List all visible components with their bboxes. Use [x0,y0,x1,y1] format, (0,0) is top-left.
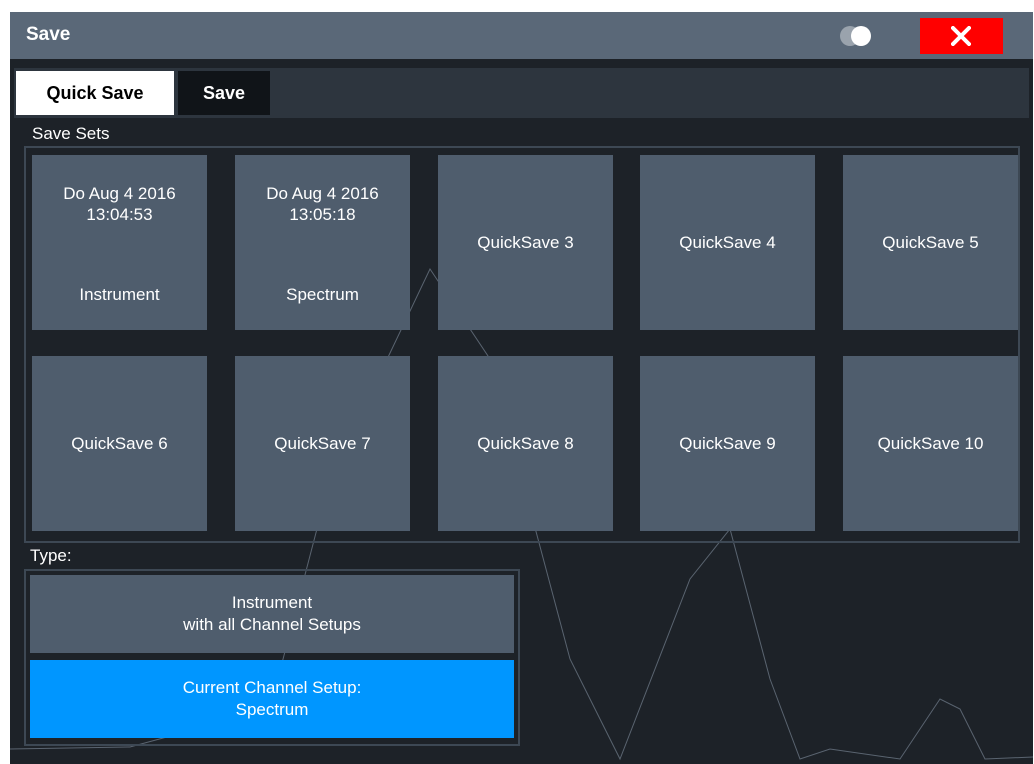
tile-time: 13:05:18 [289,205,356,224]
tile-name: QuickSave 4 [679,233,776,252]
type-option-subtitle: with all Channel Setups [183,615,361,634]
type-panel: Instrument with all Channel Setups Curre… [24,569,520,746]
save-set-tile-10[interactable]: QuickSave 10 [843,356,1018,531]
type-instrument-button[interactable]: Instrument with all Channel Setups [30,575,514,653]
tile-name: QuickSave 8 [477,434,574,453]
save-set-tile-5[interactable]: QuickSave 5 [843,155,1018,330]
save-set-tile-8[interactable]: QuickSave 8 [438,356,613,531]
save-set-tile-6[interactable]: QuickSave 6 [32,356,207,531]
tile-type: Instrument [79,285,160,304]
tile-name: QuickSave 9 [679,434,776,453]
tab-quick-save[interactable]: Quick Save [16,71,174,115]
tile-name: QuickSave 10 [877,434,984,453]
save-set-tile-7[interactable]: QuickSave 7 [235,356,410,531]
tile-time: 13:04:53 [86,205,153,224]
tile-name: QuickSave 5 [882,233,979,252]
tile-name: QuickSave 3 [477,233,574,252]
save-set-tile-9[interactable]: QuickSave 9 [640,356,815,531]
save-set-tile-3[interactable]: QuickSave 3 [438,155,613,330]
tile-name: QuickSave 6 [71,434,168,453]
toggle-icon[interactable] [836,25,886,47]
save-sets-panel: Do Aug 4 2016 13:04:53 Instrument Do Aug … [24,146,1020,543]
title-bar: Save [10,12,1033,59]
tile-date: Do Aug 4 2016 [63,184,176,203]
type-current-channel-button[interactable]: Current Channel Setup: Spectrum [30,660,514,738]
tab-save[interactable]: Save [178,71,270,115]
save-set-tile-4[interactable]: QuickSave 4 [640,155,815,330]
tab-bar: Quick Save Save [14,68,1029,118]
tile-date: Do Aug 4 2016 [266,184,379,203]
close-icon [951,26,971,46]
save-set-tile-2[interactable]: Do Aug 4 2016 13:05:18 Spectrum [235,155,410,330]
tile-type: Spectrum [286,285,359,304]
save-sets-label: Save Sets [32,124,110,143]
type-option-subtitle: Spectrum [235,700,309,719]
type-option-title: Instrument [231,593,313,612]
tile-name: QuickSave 7 [274,434,371,453]
save-dialog: Save Quick Save Save Save Sets Do Aug 4 … [10,12,1033,764]
dialog-title: Save [26,24,71,45]
save-set-tile-1[interactable]: Do Aug 4 2016 13:04:53 Instrument [32,155,207,330]
type-label: Type: [30,546,72,565]
type-option-title: Current Channel Setup: [182,678,362,697]
close-button[interactable] [920,18,1003,54]
